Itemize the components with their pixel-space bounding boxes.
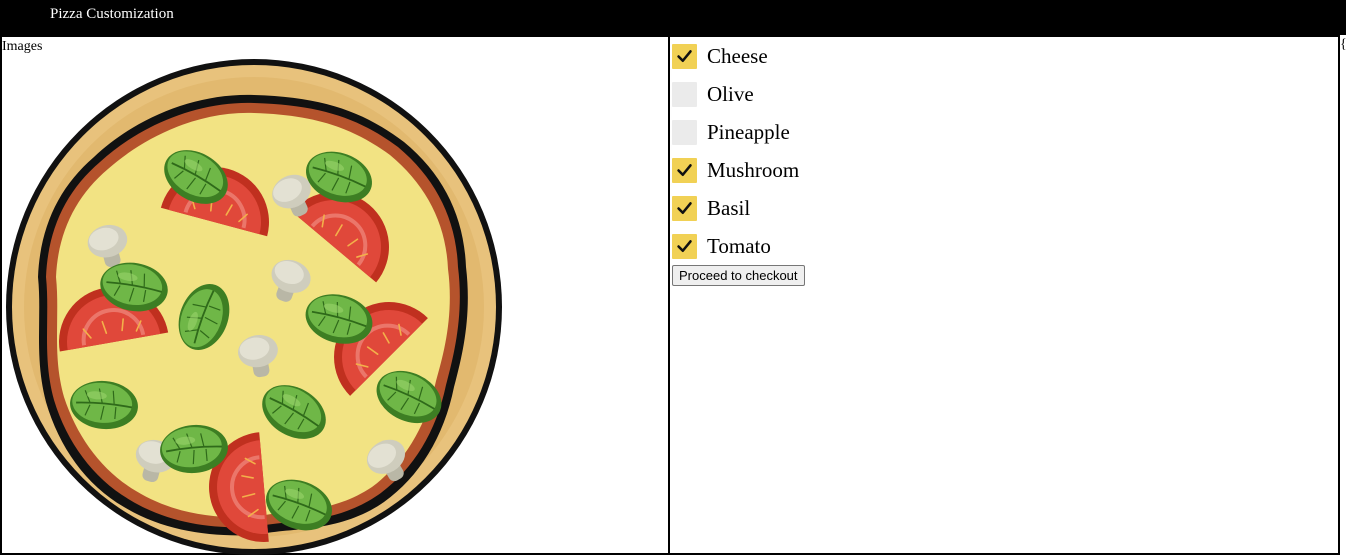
checkbox-basil[interactable] — [672, 195, 697, 221]
checkbox-tomato[interactable] — [672, 233, 697, 259]
checkbox-olive[interactable] — [672, 81, 697, 107]
check-icon — [677, 239, 692, 252]
checkbox-mushroom[interactable] — [672, 157, 697, 183]
checkbox-pineapple[interactable] — [672, 119, 697, 145]
topping-label: Cheese — [707, 43, 768, 68]
topping-basil[interactable]: Basil — [672, 189, 799, 227]
topping-label: Basil — [707, 195, 751, 220]
pizza-preview-panel: Images — [0, 35, 670, 555]
top-bar: Pizza Customization — [0, 0, 1346, 35]
check-icon — [677, 163, 692, 176]
topping-pineapple[interactable]: Pineapple — [672, 113, 799, 151]
topping-cheese[interactable]: Cheese — [672, 37, 799, 75]
topping-label: Tomato — [707, 233, 771, 258]
topping-olive[interactable]: Olive — [672, 75, 799, 113]
topping-tomato[interactable]: Tomato — [672, 227, 799, 265]
proceed-to-checkout-button[interactable]: Proceed to checkout — [672, 265, 805, 286]
pizza-image — [6, 59, 502, 555]
topping-label: Pineapple — [707, 119, 790, 144]
topping-mushroom[interactable]: Mushroom — [672, 151, 799, 189]
check-icon — [677, 49, 692, 62]
toppings-panel: Cheese Olive Pineapple Mushroom Basil To… — [668, 35, 1340, 555]
images-label: Images — [2, 39, 43, 54]
checkbox-cheese[interactable] — [672, 43, 697, 69]
toppings-list: Cheese Olive Pineapple Mushroom Basil To… — [672, 37, 799, 265]
topping-label: Mushroom — [707, 157, 800, 182]
topping-label: Olive — [707, 81, 754, 106]
page-title: Pizza Customization — [50, 6, 174, 22]
check-icon — [677, 201, 692, 214]
edge-glyph: { — [1340, 37, 1346, 53]
